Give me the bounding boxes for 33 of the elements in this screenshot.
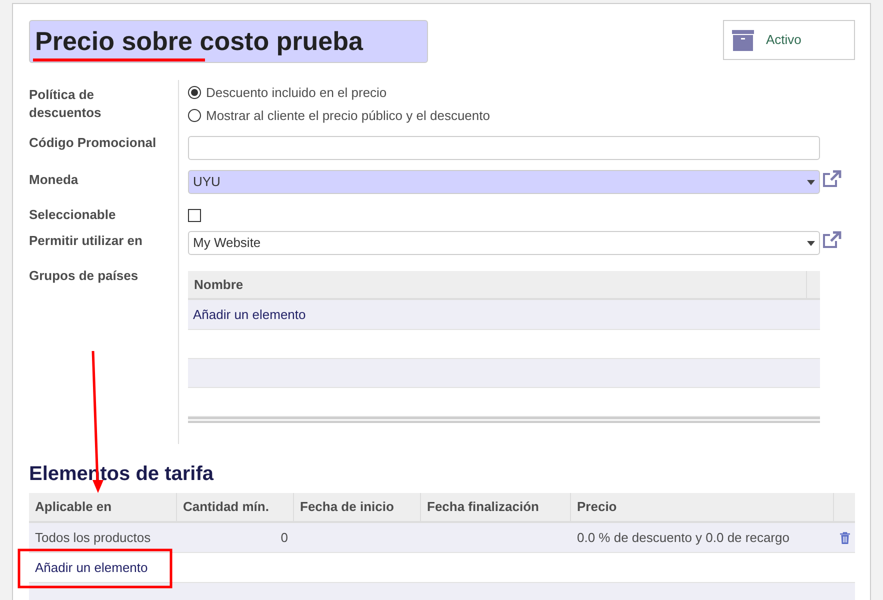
column-header: Fecha finalización	[421, 493, 571, 521]
external-link-icon[interactable]	[822, 231, 842, 249]
title-field[interactable]: Precio sobre costo prueba	[29, 20, 428, 63]
trash-icon[interactable]	[840, 532, 850, 544]
archive-button[interactable]: Activo	[723, 20, 855, 60]
select-field[interactable]: UYU	[188, 170, 820, 194]
external-link-icon[interactable]	[822, 170, 842, 188]
add-item-link[interactable]: Añadir un elemento	[35, 558, 148, 578]
radio-label[interactable]: Mostrar al cliente el precio público y el descuento	[206, 106, 490, 126]
table-cell-text: Todos los productos	[34, 528, 152, 547]
radio-button[interactable]	[188, 109, 201, 122]
select-field[interactable]: My Website	[188, 231, 820, 255]
column-header: Fecha de inicio	[294, 493, 421, 521]
column-header: Nombre	[188, 271, 807, 298]
input-field[interactable]	[188, 136, 820, 160]
field-label: Permitir utilizar en	[29, 232, 144, 250]
table-cell-text: 0.0 % de descuento y 0.0 de recargo	[576, 528, 790, 547]
add-item-link[interactable]: Añadir un elemento	[193, 304, 306, 324]
caret-icon	[807, 240, 815, 246]
table-cell-text: 0	[280, 528, 289, 547]
field-label: Moneda	[29, 171, 80, 189]
column-header: Cantidad mín.	[177, 493, 294, 521]
radio-button[interactable]	[188, 86, 201, 99]
field-label: Seleccionable	[29, 206, 117, 224]
field-label: Grupos de países	[29, 267, 140, 285]
caret-icon	[807, 180, 815, 184]
field-label: Política de descuentos	[29, 86, 102, 122]
field-label: Código Promocional	[29, 134, 158, 152]
column-header: Aplicable en	[29, 493, 177, 521]
column-header: Precio	[571, 493, 834, 521]
radio-label[interactable]: Descuento incluido en el precio	[206, 82, 387, 102]
archive-box-icon	[732, 30, 754, 50]
checkbox[interactable]	[188, 209, 201, 222]
